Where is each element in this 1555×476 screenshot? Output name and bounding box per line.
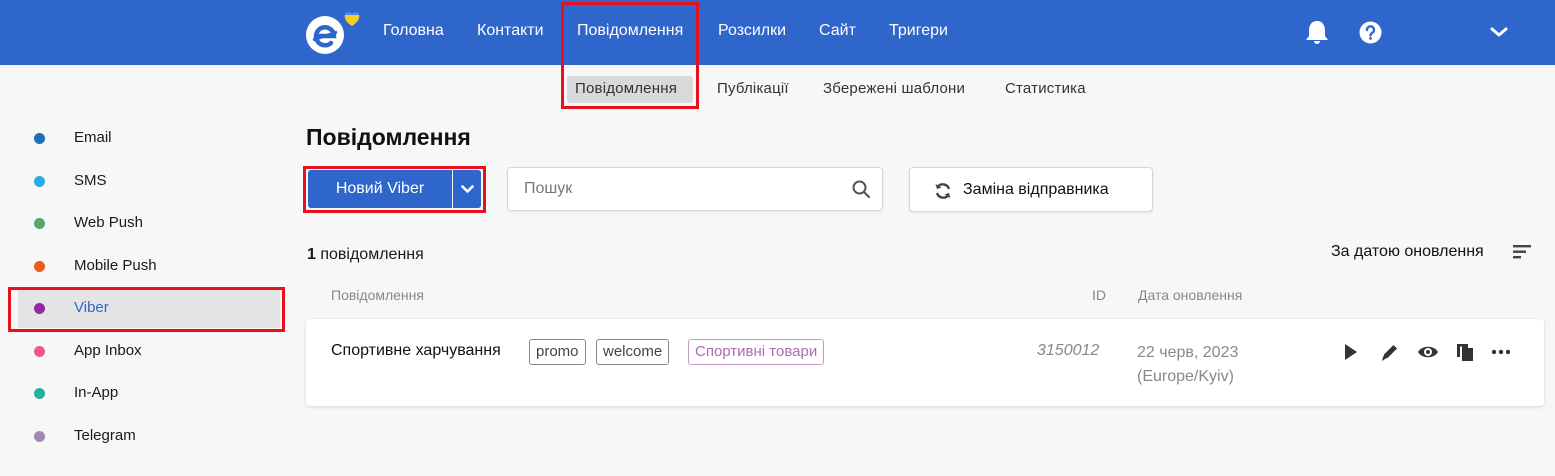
sort-lines-icon[interactable] [1513, 245, 1531, 259]
channel-dot-icon [34, 133, 45, 144]
subnav-saved-templates[interactable]: Збережені шаблони [823, 80, 965, 97]
pencil-icon[interactable] [1379, 341, 1401, 363]
sidebar-item-app-inbox[interactable]: App Inbox [18, 333, 280, 371]
subnav-statistics[interactable]: Статистика [1005, 80, 1086, 97]
messages-count-label: повідомлення [315, 246, 424, 263]
highlight-frame-messages-nav [561, 2, 699, 109]
topnav-campaigns[interactable]: Розсилки [718, 22, 786, 40]
topnav-contacts[interactable]: Контакти [477, 22, 544, 40]
channel-dot-icon [34, 388, 45, 399]
page-title: Повідомлення [306, 124, 471, 150]
highlight-frame-new-viber [303, 166, 486, 213]
channel-dot-icon [34, 261, 45, 272]
message-name[interactable]: Спортивне харчування [331, 342, 501, 360]
topnav-triggers[interactable]: Тригери [889, 22, 948, 40]
message-id: 3150012 [1037, 342, 1100, 359]
subnav-publications[interactable]: Публікації [717, 80, 789, 97]
sidebar-item-in-app[interactable]: In-App [18, 375, 280, 413]
sidebar-item-email[interactable]: Email [18, 120, 280, 158]
channel-dot-icon [34, 431, 45, 442]
sort-selector[interactable]: За датою оновлення [1331, 243, 1484, 261]
sidebar-item-sms[interactable]: SMS [18, 163, 280, 201]
search-input[interactable] [524, 178, 844, 200]
sidebar-item-label: SMS [74, 172, 107, 189]
refresh-icon [935, 183, 951, 199]
channel-dot-icon [34, 218, 45, 229]
search-icon[interactable] [852, 180, 870, 198]
tag-badge[interactable]: promo [529, 339, 586, 365]
channel-dot-icon [34, 346, 45, 357]
sidebar-item-label: Mobile Push [74, 257, 157, 274]
top-navigation-bar: Головна Контакти Повідомлення Розсилки С… [0, 0, 1555, 65]
column-header-date: Дата оновлення [1138, 287, 1243, 303]
topnav-home[interactable]: Головна [383, 22, 444, 40]
chevron-down-icon[interactable] [1490, 26, 1508, 38]
play-icon[interactable] [1339, 341, 1361, 363]
messages-count-number: 1 [307, 246, 316, 263]
tag-badge[interactable]: welcome [596, 339, 670, 365]
column-header-message: Повідомлення [331, 287, 424, 303]
change-sender-label: Заміна відправника [963, 181, 1109, 198]
sidebar-item-label: Telegram [74, 427, 136, 444]
change-sender-button[interactable]: Заміна відправника [909, 167, 1153, 212]
highlight-frame-viber [8, 287, 285, 332]
eye-icon[interactable] [1417, 341, 1439, 363]
search-box [507, 167, 883, 211]
sidebar-item-label: App Inbox [74, 342, 142, 359]
more-dots-icon[interactable] [1490, 341, 1512, 363]
message-date-value: 22 черв, 2023 [1137, 344, 1239, 361]
sidebar-item-web-push[interactable]: Web Push [18, 205, 280, 243]
message-timezone: (Europe/Kyiv) [1137, 368, 1234, 385]
messages-count: 1 повідомлення [307, 246, 424, 264]
sidebar-item-label: In-App [74, 384, 119, 401]
message-updated-date: 22 черв, 2023 (Europe/Kyiv) [1137, 341, 1238, 389]
copy-icon[interactable] [1454, 341, 1476, 363]
topnav-site[interactable]: Сайт [819, 22, 856, 40]
sidebar-item-label: Web Push [74, 214, 143, 231]
category-badge[interactable]: Спортивні товари [688, 339, 825, 365]
sidebar-item-label: Email [74, 129, 112, 146]
message-row[interactable]: Спортивне харчування promo welcome Спорт… [306, 319, 1544, 406]
bell-icon[interactable] [1305, 19, 1329, 45]
esputnik-logo-icon[interactable] [304, 10, 364, 56]
question-circle-icon[interactable] [1359, 21, 1382, 44]
column-header-id: ID [1092, 287, 1106, 303]
sidebar-item-mobile-push[interactable]: Mobile Push [18, 248, 280, 286]
channel-dot-icon [34, 176, 45, 187]
sidebar-item-telegram[interactable]: Telegram [18, 418, 280, 456]
